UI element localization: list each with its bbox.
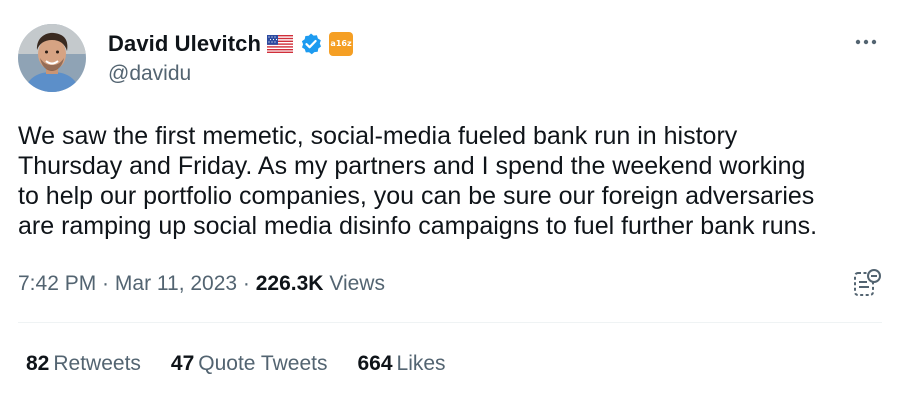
author-row: David Ulevitch a16z [108,30,354,58]
likes-count: 664 [357,352,393,375]
meta-separator: · [96,272,115,295]
verified-icon[interactable] [299,32,323,56]
tweet-stats: 82 Retweets 47 Quote Tweets 664 Likes [26,352,446,376]
avatar[interactable] [18,24,86,92]
tweet-meta: 7:42 PM · Mar 11, 2023 · 226.3K Views [18,272,385,296]
tweet-card: David Ulevitch a16z @davidu We saw the f… [0,0,900,401]
views-label: Views [329,272,385,295]
more-dots-icon [855,39,877,45]
views-count: 226.3K [255,272,324,295]
retweets-count: 82 [26,352,50,375]
meta-separator-2: · [237,272,256,295]
likes-label: Likes [396,352,446,375]
tweet-text: We saw the first memetic, social-media f… [18,122,818,240]
retweets-label: Retweets [53,352,141,375]
retweets-stat[interactable]: 82 Retweets [26,352,141,376]
tweet-date[interactable]: Mar 11, 2023 [115,272,237,295]
more-options-button[interactable] [848,30,884,54]
quote-tweets-stat[interactable]: 47 Quote Tweets [171,352,328,376]
analytics-button[interactable] [848,266,884,302]
avatar-image [18,24,86,92]
likes-stat[interactable]: 664 Likes [357,352,445,376]
quote-tweets-label: Quote Tweets [198,352,328,375]
quote-tweets-count: 47 [170,352,195,375]
divider [18,322,882,323]
author-name[interactable]: David Ulevitch [108,31,261,57]
tweet-time[interactable]: 7:42 PM [18,272,96,295]
analytics-icon [854,269,881,296]
a16z-badge-icon[interactable]: a16z [329,32,354,56]
author-handle[interactable]: @davidu [108,62,191,86]
us-flag-icon [267,35,294,53]
